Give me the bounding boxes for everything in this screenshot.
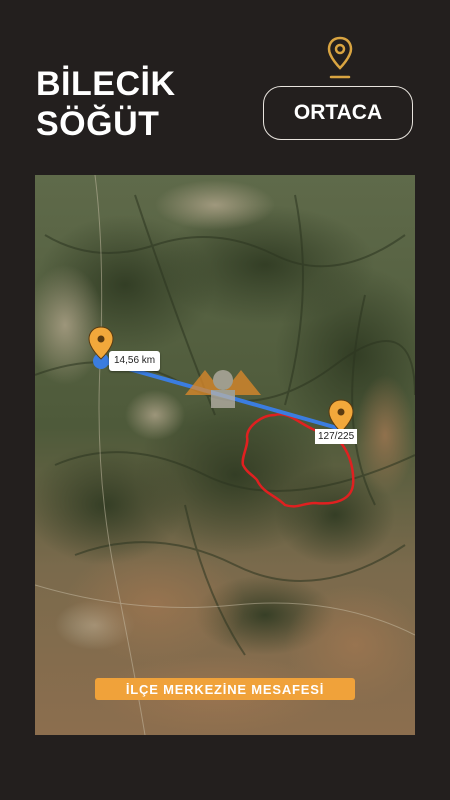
- district-name: SÖĞÜT: [36, 105, 160, 143]
- parcel-label: 127/225: [315, 429, 358, 444]
- map-pin-icon: [327, 36, 353, 79]
- page-title: BİLECİK SÖĞÜT: [36, 64, 176, 144]
- location-button[interactable]: ORTACA: [263, 86, 413, 140]
- distance-label: 14,56 km: [109, 351, 161, 371]
- province-name: BİLECİK: [36, 65, 176, 103]
- satellite-map[interactable]: 14,56 km 127/225 İLÇE MERKEZİNE MESAFESİ: [35, 175, 415, 735]
- map-terrain: [35, 175, 415, 735]
- map-caption: İLÇE MERKEZİNE MESAFESİ: [95, 678, 355, 700]
